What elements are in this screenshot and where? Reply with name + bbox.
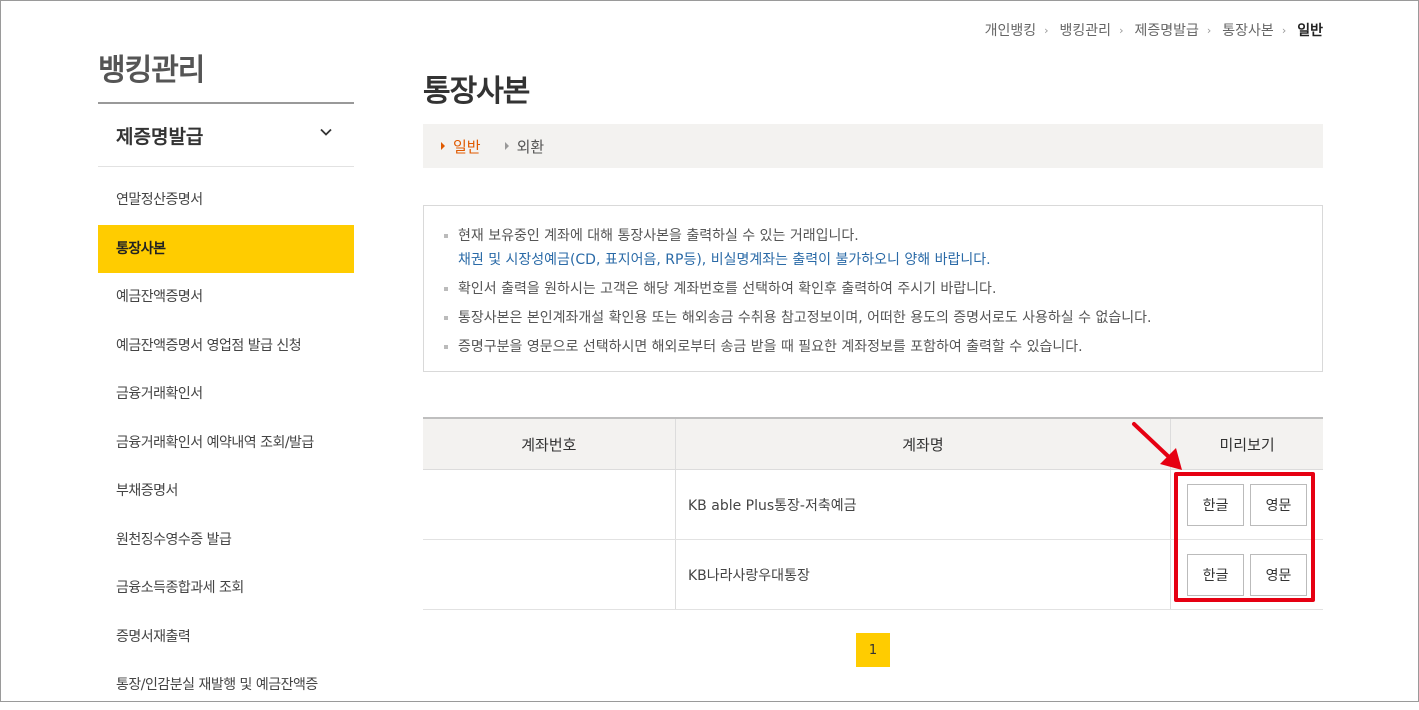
notice-text: 증명구분을 영문으로 선택하시면 해외로부터 송금 받을 때 필요한 계좌정보를… — [458, 339, 1083, 355]
breadcrumb: 개인뱅킹 › 뱅킹관리 › 제증명발급 › 통장사본 › 일반 — [985, 20, 1323, 40]
header-account-name: 계좌명 — [674, 419, 1170, 469]
chevron-down-icon — [320, 128, 332, 136]
chevron-right-icon: › — [1206, 23, 1212, 37]
sidebar-menu: 연말정산증명서 통장사본 예금잔액증명서 예금잔액증명서 영업점 발급 신청 금… — [98, 176, 354, 710]
sidebar-title: 뱅킹관리 — [98, 53, 205, 88]
header-preview: 미리보기 — [1170, 419, 1323, 469]
notice-item: 확인서 출력을 원하시는 고객은 해당 계좌번호를 선택하여 확인후 출력하여 … — [444, 277, 1322, 301]
cell-account-name: KB able Plus통장-저축예금 — [675, 470, 1170, 539]
notice-item: 통장사본은 본인계좌개설 확인용 또는 해외송금 수취용 참고정보이며, 어떠한… — [444, 306, 1322, 330]
sidebar-item-deposit-balance[interactable]: 예금잔액증명서 — [98, 273, 354, 322]
tab-foreign-exchange-label: 외환 — [516, 137, 545, 156]
sidebar-section-label: 제증명발급 — [116, 126, 204, 148]
triangle-right-icon — [504, 142, 509, 150]
pagination-page-1[interactable]: 1 — [856, 633, 890, 667]
chevron-right-icon: › — [1119, 23, 1124, 37]
sidebar-section-toggle[interactable]: 제증명발급 — [98, 104, 354, 167]
cell-account-name: KB나라사랑우대통장 — [675, 540, 1170, 609]
notice-item: 현재 보유중인 계좌에 대해 통장사본을 출력하실 수 있는 거래입니다. 채권… — [444, 224, 1322, 272]
tab-general[interactable]: 일반 — [441, 136, 481, 157]
sidebar-item-reissue[interactable]: 통장/인감분실 재발행 및 예금잔액증 — [98, 661, 354, 710]
sidebar-item-debt-certificate[interactable]: 부채증명서 — [98, 467, 354, 516]
sidebar-item-withholding-receipt[interactable]: 원천징수영수증 발급 — [98, 516, 354, 565]
sidebar-item-comprehensive-tax[interactable]: 금융소득종합과세 조회 — [98, 564, 354, 613]
cell-account-no — [423, 470, 675, 539]
header-account-no: 계좌번호 — [521, 435, 577, 454]
notice-text: 통장사본은 본인계좌개설 확인용 또는 해외송금 수취용 참고정보이며, 어떠한… — [458, 310, 1152, 326]
tab-foreign-exchange[interactable]: 외환 — [504, 136, 545, 157]
breadcrumb-item-passbook-copy[interactable]: 통장사본 — [1222, 20, 1274, 40]
tab-bar: 일반 외환 — [423, 124, 1323, 168]
page-title: 통장사본 — [423, 74, 530, 109]
breadcrumb-item-personal-banking[interactable]: 개인뱅킹 — [985, 20, 1037, 40]
sidebar-item-financial-transaction[interactable]: 금융거래확인서 — [98, 370, 354, 419]
sidebar-item-year-end-tax[interactable]: 연말정산증명서 — [98, 176, 354, 225]
notice-box: 현재 보유중인 계좌에 대해 통장사본을 출력하실 수 있는 거래입니다. 채권… — [423, 205, 1323, 372]
notice-item: 증명구분을 영문으로 선택하시면 해외로부터 송금 받을 때 필요한 계좌정보를… — [444, 335, 1322, 359]
highlight-box — [1174, 472, 1315, 602]
breadcrumb-item-banking-management[interactable]: 뱅킹관리 — [1060, 20, 1112, 40]
breadcrumb-item-certificates[interactable]: 제증명발급 — [1134, 20, 1198, 40]
chevron-right-icon: › — [1044, 23, 1049, 37]
breadcrumb-item-current: 일반 — [1297, 23, 1323, 39]
sidebar-item-deposit-balance-branch[interactable]: 예금잔액증명서 영업점 발급 신청 — [98, 322, 354, 371]
triangle-right-icon — [441, 142, 445, 150]
tab-general-label: 일반 — [453, 137, 481, 156]
cell-account-no — [423, 540, 675, 609]
notice-text: 확인서 출력을 원하시는 고객은 해당 계좌번호를 선택하여 확인후 출력하여 … — [458, 281, 997, 297]
notice-text: 현재 보유중인 계좌에 대해 통장사본을 출력하실 수 있는 거래입니다. — [458, 228, 859, 244]
arrow-annotation-icon — [1132, 422, 1182, 470]
notice-subtext: 채권 및 시장성예금(CD, 표지어음, RP등), 비실명계좌는 출력이 불가… — [458, 252, 991, 268]
sidebar-item-passbook-copy[interactable]: 통장사본 — [98, 224, 354, 273]
sidebar-item-reprint[interactable]: 증명서재출력 — [98, 613, 354, 662]
chevron-right-icon: › — [1281, 23, 1287, 37]
sidebar-item-financial-transaction-reservation[interactable]: 금융거래확인서 예약내역 조회/발급 — [98, 419, 354, 468]
